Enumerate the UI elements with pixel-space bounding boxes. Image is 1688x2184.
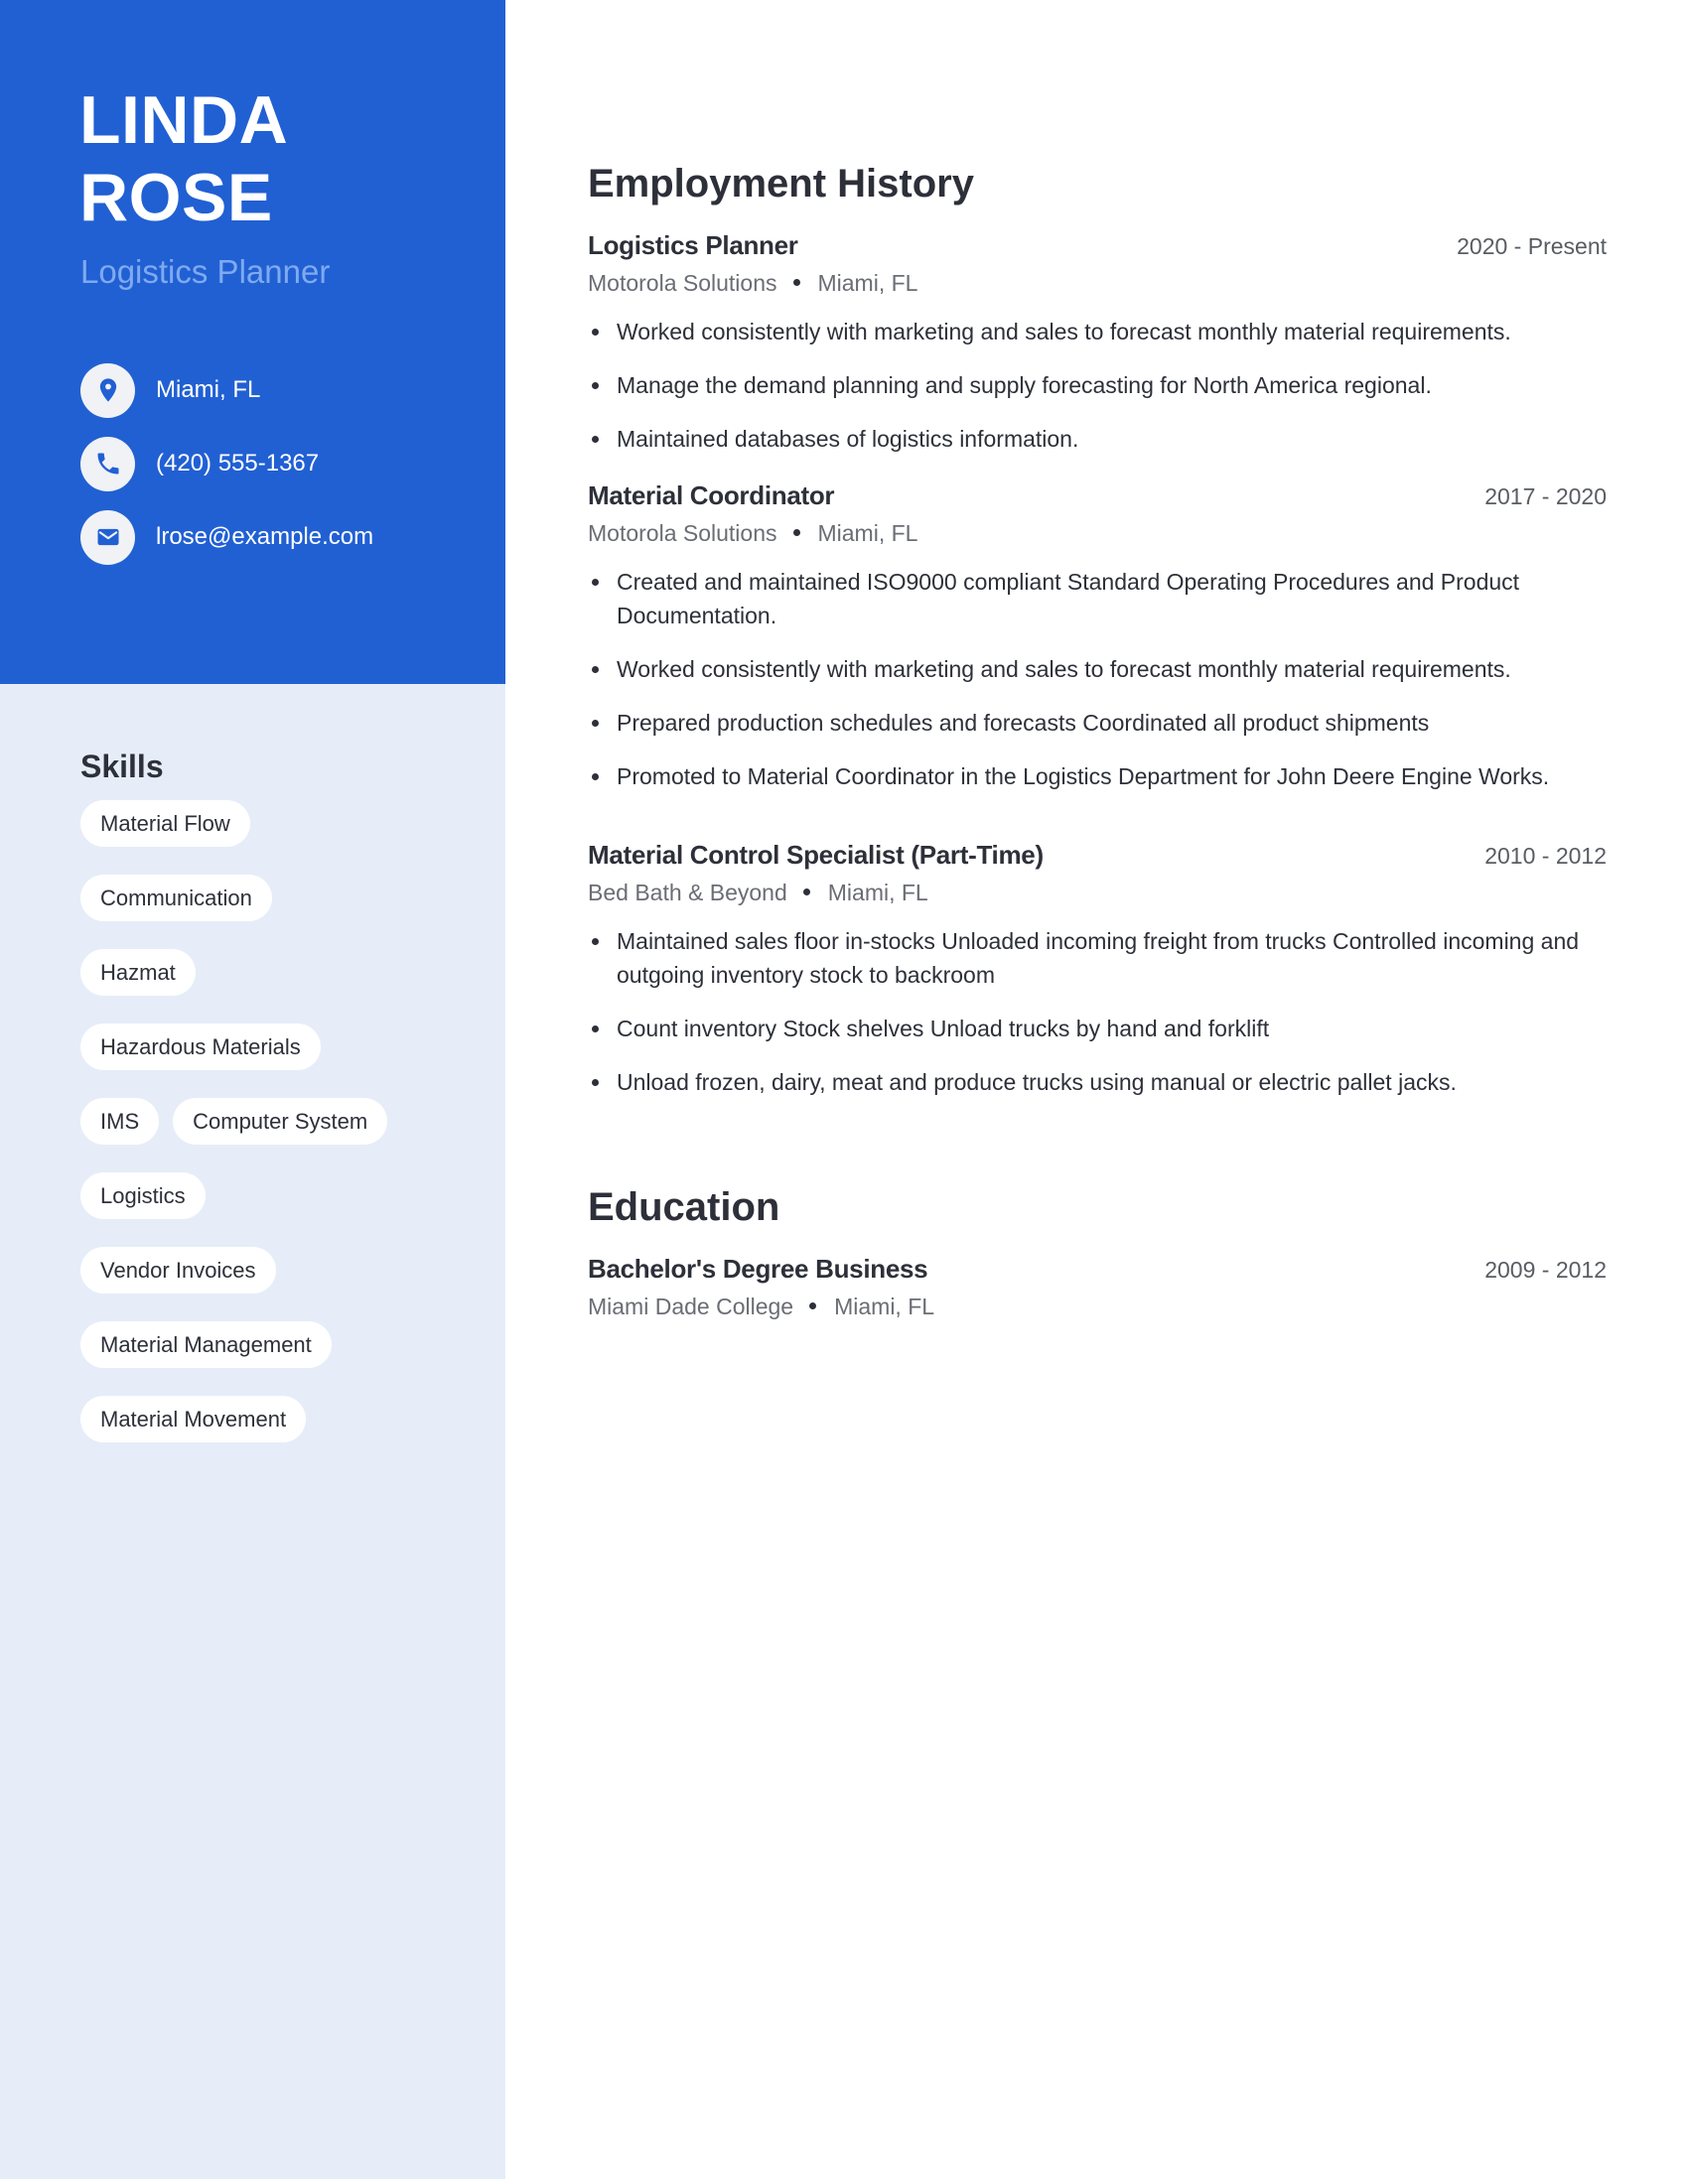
contact-location: Miami, FL bbox=[80, 362, 373, 418]
skill-pill: Vendor Invoices bbox=[80, 1247, 276, 1294]
location-pin-icon bbox=[80, 362, 135, 418]
job-location: Miami, FL bbox=[827, 880, 928, 905]
skill-pill: Material Movement bbox=[80, 1396, 307, 1442]
job-title: Material Coordinator bbox=[588, 480, 835, 510]
school-name: Miami Dade College bbox=[588, 1294, 794, 1319]
job-entry: Logistics Planner 2020 - Present Motorol… bbox=[588, 228, 1607, 476]
employment-heading: Employment History bbox=[588, 162, 974, 205]
job-employer: Motorola Solutions Miami, FL bbox=[588, 265, 1607, 301]
company-name: Motorola Solutions bbox=[588, 520, 777, 546]
education-heading: Education bbox=[588, 1185, 780, 1229]
job-employer: Motorola Solutions Miami, FL bbox=[588, 515, 1607, 551]
job-employer: Bed Bath & Beyond Miami, FL bbox=[588, 875, 1607, 910]
separator-dot bbox=[809, 1302, 817, 1310]
skill-pill: IMS bbox=[80, 1098, 160, 1145]
contact-phone-text: (420) 555-1367 bbox=[156, 450, 320, 477]
sidebar-header: LINDA ROSE Logistics Planner Miami, FL (… bbox=[0, 0, 505, 684]
contact-phone: (420) 555-1367 bbox=[80, 436, 373, 491]
bullet-item: Worked consistently with marketing and s… bbox=[588, 652, 1591, 686]
last-name: ROSE bbox=[79, 160, 273, 235]
job-title: Logistics Planner bbox=[588, 230, 798, 260]
job-bullets: Worked consistently with marketing and s… bbox=[588, 315, 1607, 456]
skill-pill: Material Management bbox=[80, 1321, 332, 1368]
skill-pill: Material Flow bbox=[80, 800, 250, 847]
contact-location-text: Miami, FL bbox=[156, 376, 261, 403]
degree-title: Bachelor's Degree Business bbox=[588, 1254, 928, 1284]
skill-pill: Hazardous Materials bbox=[80, 1024, 321, 1070]
job-bullets: Created and maintained ISO9000 compliant… bbox=[588, 565, 1607, 793]
skill-pill: Logistics bbox=[80, 1172, 206, 1219]
bullet-item: Unload frozen, dairy, meat and produce t… bbox=[588, 1065, 1591, 1099]
bullet-item: Manage the demand planning and supply fo… bbox=[588, 368, 1591, 402]
company-name: Motorola Solutions bbox=[588, 270, 777, 296]
job-entry: Material Control Specialist (Part-Time) … bbox=[588, 838, 1607, 1119]
candidate-role: Logistics Planner bbox=[80, 253, 331, 290]
candidate-name: LINDA ROSE bbox=[79, 81, 477, 236]
phone-icon bbox=[80, 436, 135, 491]
separator-dot bbox=[792, 279, 800, 287]
bullet-item: Prepared production schedules and foreca… bbox=[588, 706, 1591, 740]
job-entry: Material Coordinator 2017 - 2020 Motorol… bbox=[588, 478, 1607, 813]
skill-pill: Computer System bbox=[173, 1098, 388, 1145]
email-icon bbox=[80, 509, 135, 565]
first-name: LINDA bbox=[79, 82, 289, 158]
skill-pill: Hazmat bbox=[80, 949, 196, 996]
job-date: 2010 - 2012 bbox=[1484, 843, 1607, 869]
sidebar: LINDA ROSE Logistics Planner Miami, FL (… bbox=[0, 0, 505, 2179]
separator-dot bbox=[792, 529, 800, 537]
education-institution: Miami Dade College Miami, FL bbox=[588, 1289, 1607, 1324]
job-location: Miami, FL bbox=[817, 270, 918, 296]
company-name: Bed Bath & Beyond bbox=[588, 880, 787, 905]
contact-list: Miami, FL (420) 555-1367 lrose@example.c… bbox=[80, 362, 373, 583]
job-bullets: Maintained sales floor in-stocks Unloade… bbox=[588, 924, 1607, 1099]
education-entry: Bachelor's Degree Business 2009 - 2012 M… bbox=[588, 1252, 1607, 1324]
job-date: 2020 - Present bbox=[1457, 233, 1607, 259]
bullet-item: Created and maintained ISO9000 compliant… bbox=[588, 565, 1591, 632]
school-location: Miami, FL bbox=[834, 1294, 935, 1319]
bullet-item: Count inventory Stock shelves Unload tru… bbox=[588, 1012, 1591, 1045]
skill-pill: Communication bbox=[80, 875, 272, 921]
bullet-item: Worked consistently with marketing and s… bbox=[588, 315, 1591, 348]
contact-email-text[interactable]: lrose@example.com bbox=[156, 522, 373, 552]
skills-heading: Skills bbox=[80, 749, 164, 784]
contact-email: lrose@example.com bbox=[80, 509, 373, 565]
bullet-item: Maintained databases of logistics inform… bbox=[588, 422, 1591, 456]
education-date: 2009 - 2012 bbox=[1484, 1257, 1607, 1283]
bullet-item: Maintained sales floor in-stocks Unloade… bbox=[588, 924, 1591, 992]
job-date: 2017 - 2020 bbox=[1484, 483, 1607, 509]
job-location: Miami, FL bbox=[817, 520, 918, 546]
separator-dot bbox=[802, 888, 810, 896]
skills-list: Material Flow Communication Hazmat Hazar… bbox=[80, 800, 478, 1442]
bullet-item: Promoted to Material Coordinator in the … bbox=[588, 759, 1591, 793]
job-title: Material Control Specialist (Part-Time) bbox=[588, 840, 1044, 870]
